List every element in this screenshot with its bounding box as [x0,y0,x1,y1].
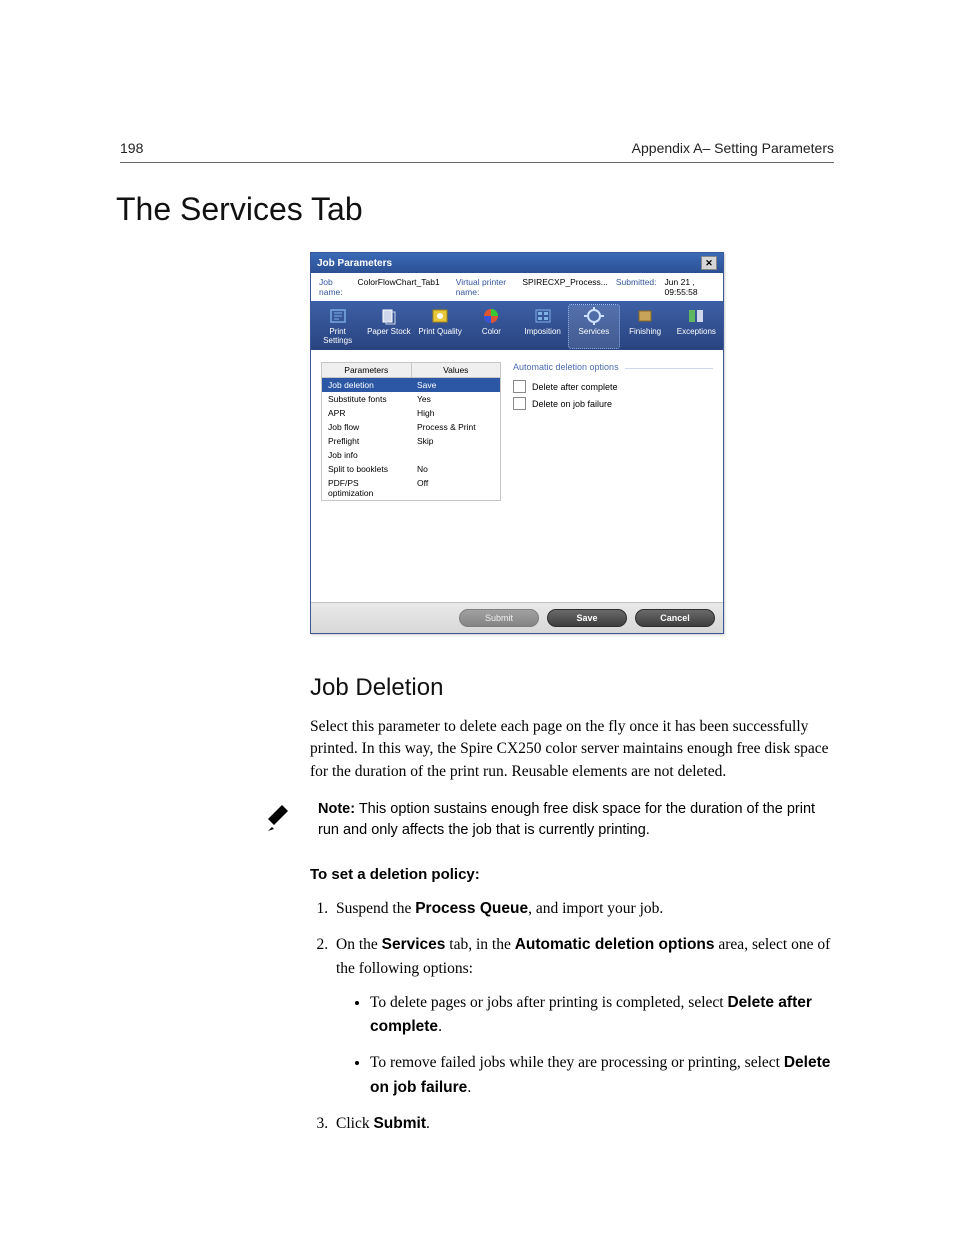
virtual-printer-label: Virtual printer name: [456,277,515,297]
submit-button[interactable]: Submit [459,609,539,627]
submitted-value: Jun 21 , 09:55:58 [665,277,715,297]
save-button[interactable]: Save [547,609,627,627]
step-1: Suspend the Process Queue, and import yo… [332,897,834,921]
page-number: 198 [120,140,143,156]
fieldset-legend: Automatic deletion options [513,362,713,372]
col-values: Values [412,363,501,377]
procedure-steps: Suspend the Process Queue, and import yo… [310,897,834,1135]
param-row-substitute-fonts[interactable]: Substitute fonts Yes [322,392,500,406]
dialog-footer: Submit Save Cancel [311,602,723,633]
page-header: 198 Appendix A– Setting Parameters [120,140,834,156]
tab-color[interactable]: Color [467,305,516,348]
submitted-label: Submitted: [616,277,657,297]
exceptions-icon [686,307,706,325]
page-title: The Services Tab [116,191,834,228]
param-row-preflight[interactable]: Preflight Skip [322,434,500,448]
parameters-header-row: Parameters Values [321,362,501,378]
services-icon [584,307,604,325]
param-value: Off [411,476,500,500]
checkbox-delete-on-job-failure[interactable]: Delete on job failure [513,397,713,410]
param-value: Process & Print [411,420,500,434]
dialog-titlebar: Job Parameters ✕ [311,253,723,273]
imposition-icon [533,307,553,325]
param-row-job-deletion[interactable]: Job deletion Save [322,378,500,392]
checkbox-icon [513,397,526,410]
param-name: Substitute fonts [322,392,411,406]
parameters-table: Parameters Values Job deletion Save Subs… [321,362,501,592]
section-paragraph: Select this parameter to delete each pag… [310,716,834,783]
tab-print-settings[interactable]: Print Settings [313,305,362,348]
tab-imposition[interactable]: Imposition [518,305,567,348]
finishing-icon [635,307,655,325]
chapter-label: Appendix A– Setting Parameters [632,140,834,156]
param-value: Save [411,378,500,392]
param-value: High [411,406,500,420]
job-name-value: ColorFlowChart_Tab1 [358,277,440,297]
virtual-printer-value: SPIRECXP_Process... [522,277,608,297]
dialog-title: Job Parameters [317,258,392,269]
bullet-delete-on-job-failure: To remove failed jobs while they are pro… [370,1051,834,1099]
param-name: PDF/PS optimization [322,476,411,500]
tab-services[interactable]: Services [569,305,618,348]
procedure-title: To set a deletion policy: [310,866,834,883]
cancel-button[interactable]: Cancel [635,609,715,627]
job-parameters-dialog: Job Parameters ✕ Job name: ColorFlowChar… [310,252,724,634]
tab-finishing[interactable]: Finishing [621,305,670,348]
job-name-label: Job name: [319,277,350,297]
tab-label: Exceptions [677,327,716,336]
note-block: Note: This option sustains enough free d… [264,799,834,842]
tab-paper-stock[interactable]: Paper Stock [364,305,413,348]
checkbox-delete-after-complete[interactable]: Delete after complete [513,380,713,393]
param-name: Job info [322,448,411,462]
param-row-split-to-booklets[interactable]: Split to booklets No [322,462,500,476]
section-heading: Job Deletion [310,674,834,702]
param-row-apr[interactable]: APR High [322,406,500,420]
param-name: Job deletion [322,378,411,392]
param-row-job-flow[interactable]: Job flow Process & Print [322,420,500,434]
param-value: Yes [411,392,500,406]
tab-label: Print Quality [418,327,462,336]
print-quality-icon [430,307,450,325]
param-value: Skip [411,434,500,448]
tab-label: Services [579,327,610,336]
note-icon [264,801,300,842]
print-settings-icon [328,307,348,325]
dialog-screenshot: Job Parameters ✕ Job name: ColorFlowChar… [310,252,834,634]
paper-stock-icon [379,307,399,325]
tab-exceptions[interactable]: Exceptions [672,305,721,348]
note-prefix: Note: [318,801,355,817]
tab-print-quality[interactable]: Print Quality [416,305,465,348]
param-name: APR [322,406,411,420]
color-icon [481,307,501,325]
options-pane: Automatic deletion options Delete after … [513,362,713,592]
checkbox-label: Delete on job failure [532,399,612,409]
tab-label: Color [482,327,501,336]
step-2: On the Services tab, in the Automatic de… [332,933,834,1099]
param-value [411,448,500,462]
param-name: Split to booklets [322,462,411,476]
param-value: No [411,462,500,476]
checkbox-label: Delete after complete [532,382,618,392]
tab-label: Print Settings [314,327,361,345]
dialog-info-bar: Job name: ColorFlowChart_Tab1 Virtual pr… [311,273,723,301]
checkbox-icon [513,380,526,393]
col-parameters: Parameters [322,363,412,377]
tab-label: Finishing [629,327,661,336]
close-icon[interactable]: ✕ [701,256,717,270]
bullet-delete-after-complete: To delete pages or jobs after printing i… [370,991,834,1039]
tab-label: Paper Stock [367,327,411,336]
param-row-pdf-ps-optimization[interactable]: PDF/PS optimization Off [322,476,500,500]
step-3: Click Submit. [332,1112,834,1136]
header-rule [120,162,834,163]
tab-label: Imposition [524,327,560,336]
dialog-tab-strip: Print Settings Paper Stock Print Quality… [311,301,723,350]
param-name: Job flow [322,420,411,434]
param-name: Preflight [322,434,411,448]
note-text: This option sustains enough free disk sp… [318,801,815,837]
param-row-job-info[interactable]: Job info [322,448,500,462]
